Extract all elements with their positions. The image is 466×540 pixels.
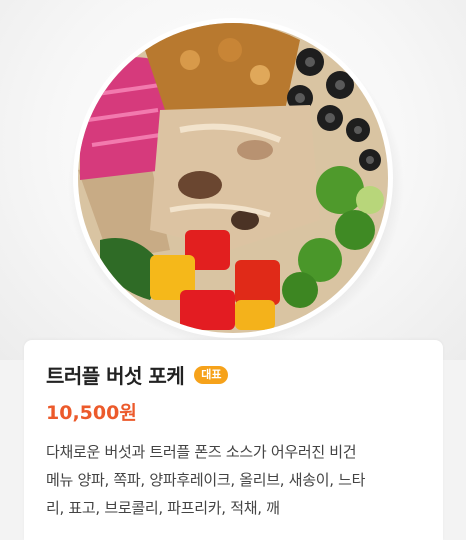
product-description: 다채로운 버섯과 트러플 폰즈 소스가 어우러진 비건 메뉴 양파, 쪽파, 양… — [46, 438, 426, 522]
product-price: 10,500원 — [46, 402, 137, 424]
poke-bowl-illustration — [68, 18, 404, 348]
signature-badge: 대표 — [194, 365, 229, 384]
description-line: 메뉴 양파, 쪽파, 양파후레이크, 올리브, 새송이, 느타 — [46, 471, 366, 489]
product-image — [0, 0, 466, 360]
product-title: 트러플 버섯 포케 — [46, 364, 185, 388]
product-info-card: 트러플 버섯 포케 대표 10,500원 다채로운 버섯과 트러플 폰즈 소스가… — [24, 340, 443, 540]
description-line: 다채로운 버섯과 트러플 폰즈 소스가 어우러진 비건 — [46, 443, 357, 461]
title-row: 트러플 버섯 포케 대표 — [46, 360, 229, 389]
description-line: 리, 표고, 브로콜리, 파프리카, 적채, 깨 — [46, 499, 280, 517]
